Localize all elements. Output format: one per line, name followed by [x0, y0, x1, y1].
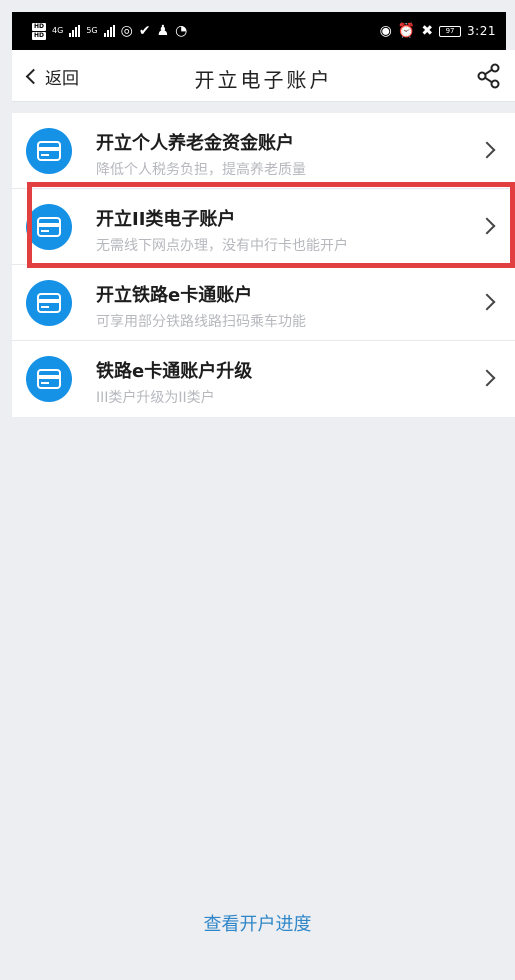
shield-check-icon: ✔	[138, 23, 151, 39]
item-subtitle: 无需线下网点办理，没有中行卡也能开户	[96, 238, 348, 254]
hd-badges: HD HD	[32, 22, 47, 40]
hotspot-icon: ◎	[120, 23, 133, 39]
chevron-right-icon	[478, 141, 496, 159]
list-item-pension-account[interactable]: 开立个人养老金资金账户 降低个人税务负担，提高养老质量	[12, 113, 515, 189]
card-icon	[26, 280, 72, 326]
card-icon	[26, 204, 72, 250]
chevron-right-icon	[478, 369, 496, 387]
chevron-right-icon	[478, 293, 496, 311]
card-icon	[26, 128, 72, 174]
qq-icon: ♟	[156, 23, 170, 39]
list-item-class2-account[interactable]: 开立II类电子账户 无需线下网点办理，没有中行卡也能开户	[12, 189, 515, 265]
alarm-icon: ⏰	[397, 23, 416, 39]
chevron-right-icon	[478, 217, 496, 235]
status-left-group: HD HD 4G 5G ◎ ✔ ♟ ◔	[32, 22, 188, 40]
battery-icon: 97	[439, 25, 462, 37]
network-5g-label: 5G	[86, 26, 98, 35]
chevron-left-icon	[25, 68, 42, 84]
item-title: 铁路e卡通账户升级	[96, 361, 253, 382]
list-item-railway-ecard[interactable]: 开立铁路e卡通账户 可享用部分铁路线路扫码乘车功能	[12, 265, 515, 341]
clock-time: 3:21	[467, 24, 496, 38]
item-subtitle: 可享用部分铁路线路扫码乘车功能	[96, 314, 306, 330]
eye-icon: ◉	[379, 23, 392, 39]
status-right-group: ◉ ⏰ ✖ 97 3:21	[380, 24, 496, 38]
item-title: 开立II类电子账户	[96, 209, 236, 230]
card-icon	[26, 356, 72, 402]
item-subtitle: 降低个人税务负担，提高养老质量	[96, 162, 306, 178]
status-bar: HD HD 4G 5G ◎ ✔ ♟ ◔ ◉ ⏰ ✖ 97 3:21	[12, 12, 506, 50]
back-label: 返回	[45, 68, 79, 89]
item-title: 开立个人养老金资金账户	[96, 133, 294, 154]
item-title: 开立铁路e卡通账户	[96, 285, 253, 306]
mute-icon: ✖	[421, 23, 434, 39]
nav-bar: 返回 开立电子账户	[12, 50, 515, 102]
q-app-icon: ◔	[175, 23, 188, 39]
network-4g-label: 4G	[52, 26, 64, 35]
share-button[interactable]	[475, 62, 503, 90]
list-item-railway-upgrade[interactable]: 铁路e卡通账户升级 III类户升级为II类户	[12, 341, 515, 417]
signal-icon	[69, 25, 81, 37]
item-subtitle: III类户升级为II类户	[96, 390, 215, 406]
view-progress-link[interactable]: 查看开户进度	[0, 910, 515, 936]
hd-badge: HD	[32, 31, 47, 40]
account-options-list: 开立个人养老金资金账户 降低个人税务负担，提高养老质量 开立II类电子账户 无需…	[12, 113, 515, 417]
back-button[interactable]: 返回	[25, 62, 79, 90]
share-icon	[477, 63, 500, 89]
signal-icon	[103, 25, 115, 37]
page-title: 开立电子账户	[194, 68, 333, 92]
hd-badge: HD	[32, 22, 47, 31]
